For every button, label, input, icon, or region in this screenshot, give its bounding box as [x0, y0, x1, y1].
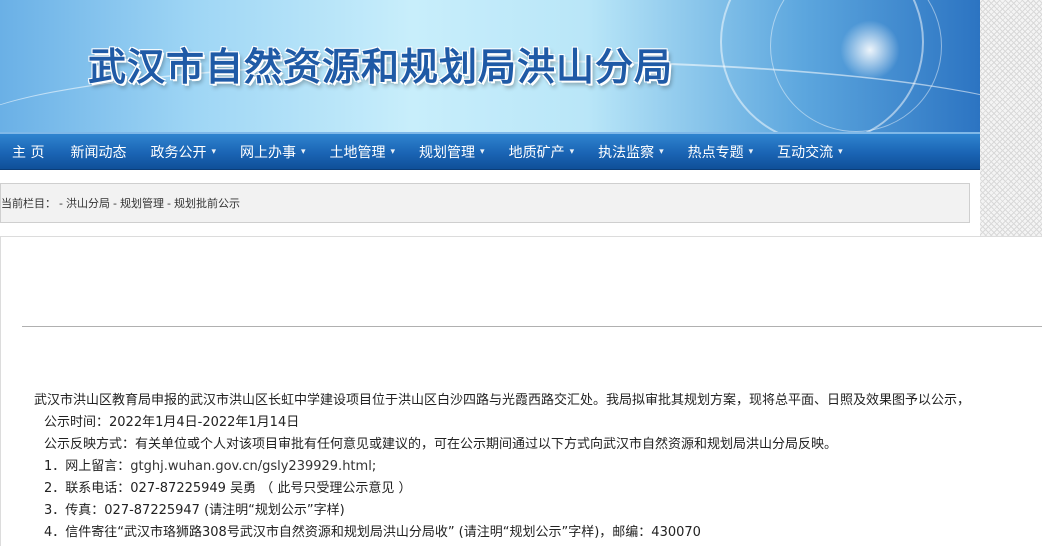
breadcrumb-separator: -: [59, 196, 63, 210]
article-body: 武汉市洪山区教育局申报的武汉市洪山区长虹中学建设项目位于洪山区白沙四路与光霞西路…: [0, 390, 1042, 544]
nav-item-label: 网上办事: [239, 144, 296, 161]
nav-item-hot-topics[interactable]: 热点专题 ▾: [676, 134, 766, 169]
breadcrumb-link-planning[interactable]: 规划管理: [120, 195, 164, 211]
breadcrumb-link-pre-approval-notice[interactable]: 规划批前公示: [174, 195, 240, 211]
article-online-line: 1．网上留言：gtghj.wuhan.gov.cn/gsly239929.htm…: [0, 456, 1042, 478]
nav-item-label: 热点专题: [687, 144, 744, 161]
article-fax: 3．传真：027-87225947 (请注明“规划公示”字样): [44, 503, 345, 518]
chevron-down-icon: ▾: [211, 146, 216, 157]
online-message-link[interactable]: gtghj.wuhan.gov.cn/gsly239929.html: [130, 459, 372, 474]
chevron-down-icon: ▾: [300, 146, 306, 157]
breadcrumb: 当前栏目： - 洪山分局 - 规划管理 - 规划批前公示: [0, 183, 970, 223]
nav-item-interaction[interactable]: 互动交流 ▾: [765, 134, 855, 169]
nav-item-label: 政务公开: [150, 144, 207, 161]
article-period: 公示时间：2022年1月4日-2022年1月14日: [44, 415, 300, 430]
nav-item-label: 新闻动态: [70, 144, 127, 161]
breadcrumb-separator: -: [166, 196, 171, 210]
divider: [22, 326, 1042, 327]
nav-item-land-management[interactable]: 土地管理 ▾: [318, 134, 408, 169]
nav-item-label: 地质矿产: [508, 144, 565, 161]
article-phone: 2．联系电话：027-87225949 吴勇 （ 此号只受理公示意见 ）: [44, 481, 412, 496]
breadcrumb-link-branch[interactable]: 洪山分局: [66, 195, 110, 211]
nav-item-news[interactable]: 新闻动态: [58, 134, 138, 169]
article-feedback: 公示反映方式：有关单位或个人对该项目审批有任何意见或建议的，可在公示期间通过以下…: [44, 437, 838, 452]
chevron-down-icon: ▾: [569, 146, 575, 157]
nav-item-label: 主 页: [12, 144, 45, 161]
online-suffix: ;: [371, 459, 377, 474]
online-label: 1．网上留言：: [44, 459, 131, 474]
nav-item-law-enforcement[interactable]: 执法监察 ▾: [586, 134, 676, 169]
chevron-down-icon: ▾: [838, 146, 843, 157]
banner-decoration-spark: [840, 20, 900, 80]
chevron-down-icon: ▾: [390, 146, 396, 157]
nav-item-home[interactable]: 主 页: [0, 134, 58, 169]
chevron-down-icon: ▾: [480, 146, 485, 157]
nav-item-geology-minerals[interactable]: 地质矿产 ▾: [497, 134, 587, 169]
article-mail: 4．信件寄往“武汉市珞狮路308号武汉市自然资源和规划局洪山分局收” (请注明“…: [44, 525, 701, 540]
article-intro: 武汉市洪山区教育局申报的武汉市洪山区长虹中学建设项目位于洪山区白沙四路与光霞西路…: [34, 393, 971, 408]
nav-item-government-affairs[interactable]: 政务公开 ▾: [138, 134, 228, 169]
chevron-down-icon: ▾: [659, 146, 664, 157]
site-banner: 武汉市自然资源和规划局洪山分局: [0, 0, 980, 132]
side-background: [980, 0, 1042, 236]
main-nav: 主 页 新闻动态 政务公开 ▾ 网上办事 ▾ 土地管理 ▾ 规划管理 ▾ 地质矿…: [0, 132, 980, 170]
nav-item-online-services[interactable]: 网上办事 ▾: [228, 134, 318, 169]
nav-item-label: 规划管理: [419, 144, 476, 161]
chevron-down-icon: ▾: [748, 146, 754, 157]
breadcrumb-prefix: 当前栏目：: [1, 197, 56, 210]
nav-item-label: 土地管理: [329, 144, 386, 161]
nav-item-label: 执法监察: [598, 144, 655, 161]
breadcrumb-separator: -: [112, 196, 117, 210]
nav-item-label: 互动交流: [777, 144, 834, 161]
nav-item-planning-management[interactable]: 规划管理 ▾: [407, 134, 497, 169]
site-title: 武汉市自然资源和规划局洪山分局: [88, 45, 674, 89]
